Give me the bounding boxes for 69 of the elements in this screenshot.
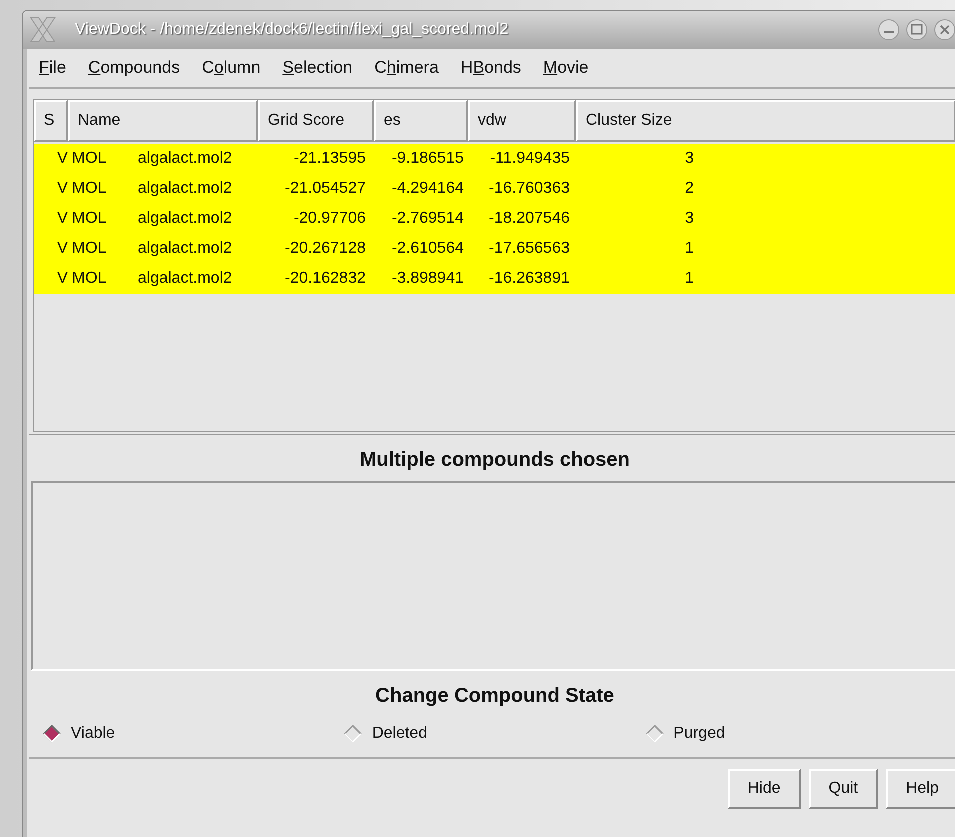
column-header[interactable]: Grid Score [258, 100, 374, 142]
table-cell-text: MOL [71, 239, 108, 259]
table-cell-text: MOL [71, 149, 108, 169]
info-heading: Multiple compounds chosen [358, 448, 631, 473]
menu-item[interactable]: HBonds [460, 55, 522, 81]
table-cell-text: -17.656563 [488, 239, 570, 259]
table-cell-text: 1 [684, 269, 694, 289]
menu-item[interactable]: Movie [543, 55, 589, 81]
table-row[interactable]: V MOL algalact.mol2 -21.13595 -9.186515 -11.949435 3 [34, 144, 955, 174]
menu-item[interactable]: Chimera [374, 55, 439, 81]
table-cell-text: 2 [684, 179, 694, 199]
table-row[interactable]: V MOL algalact.mol2 -20.267128 -2.610564 -17.656563 1 [34, 234, 955, 264]
table-cell-text: -16.263891 [488, 269, 570, 289]
table-cell-text: algalact.mol2 [138, 239, 234, 259]
table-cell-text: -21.054527 [284, 179, 366, 199]
x-logo-icon [29, 17, 57, 43]
radio-label[interactable]: Viable [71, 722, 116, 746]
radio-off-icon[interactable] [344, 725, 362, 743]
table-row[interactable]: V MOL algalact.mol2 -21.054527 -4.294164 -16.760363 2 [34, 174, 955, 204]
table-cell-text: -18.207546 [488, 209, 570, 229]
dialog-button[interactable]: Help [886, 769, 955, 809]
table-cell-text: -4.294164 [390, 179, 464, 199]
table-row[interactable]: V MOL algalact.mol2 -20.97706 -2.769514 -18.207546 3 [34, 204, 955, 234]
radio-label[interactable]: Deleted [372, 722, 428, 746]
table-cell-text: -3.898941 [390, 269, 464, 289]
menu-item[interactable]: Selection [282, 55, 353, 81]
table-cell-text: V [56, 149, 68, 169]
table-cell-text: -9.186515 [390, 149, 464, 169]
table-cell-text: algalact.mol2 [138, 149, 234, 169]
table-cell-text: -20.97706 [292, 209, 366, 229]
radio-off-icon[interactable] [646, 725, 664, 743]
table-cell-text: V [56, 239, 68, 259]
table-cell-text: -11.949435 [489, 149, 570, 169]
window-title: ViewDock - /home/zdenek/dock6/lectin/flexi_gal_scored.mol2 [75, 20, 509, 40]
table-cell-text: -2.610564 [390, 239, 464, 259]
table-cell-text: V [56, 179, 68, 199]
table-cell-text: V [56, 209, 68, 229]
table-cell-text: 3 [684, 149, 694, 169]
column-header[interactable]: es [374, 100, 468, 142]
menu-item[interactable]: File [39, 55, 66, 81]
table-cell-text: -21.13595 [292, 149, 366, 169]
state-heading: Change Compound State [374, 684, 616, 709]
dialog-button[interactable]: Hide [728, 769, 801, 809]
table-cell-text: MOL [71, 179, 108, 199]
menu-item[interactable]: Column [202, 55, 261, 81]
close-icon[interactable] [933, 18, 955, 42]
radio-on-icon[interactable] [43, 725, 61, 743]
column-header[interactable]: S [34, 100, 68, 142]
table-cell-text: V [56, 269, 68, 289]
table-cell-text: 3 [684, 209, 694, 229]
table-cell-text: algalact.mol2 [138, 179, 234, 199]
table-cell-text: -20.162832 [284, 269, 366, 289]
dialog-button[interactable]: Quit [808, 769, 878, 809]
table-cell-text: algalact.mol2 [138, 209, 234, 229]
table-cell-text: MOL [71, 209, 108, 229]
table-cell-text: MOL [71, 269, 108, 289]
maximize-icon[interactable] [905, 18, 929, 42]
menu-item[interactable]: Compounds [88, 55, 180, 81]
table-cell-text: algalact.mol2 [138, 269, 234, 289]
radio-label[interactable]: Purged [674, 722, 726, 746]
table-cell-text: -20.267128 [284, 239, 366, 259]
column-header[interactable]: vdw [468, 100, 576, 142]
column-header[interactable]: Cluster Size [576, 100, 955, 142]
table-row[interactable]: V MOL algalact.mol2 -20.162832 -3.898941 -16.263891 1 [34, 264, 955, 294]
table-cell-text: 1 [684, 239, 694, 259]
table-cell-text: -2.769514 [390, 209, 464, 229]
table-cell-text: -16.760363 [488, 179, 570, 199]
column-header[interactable]: Name [68, 100, 258, 142]
minimize-icon[interactable] [877, 18, 901, 42]
